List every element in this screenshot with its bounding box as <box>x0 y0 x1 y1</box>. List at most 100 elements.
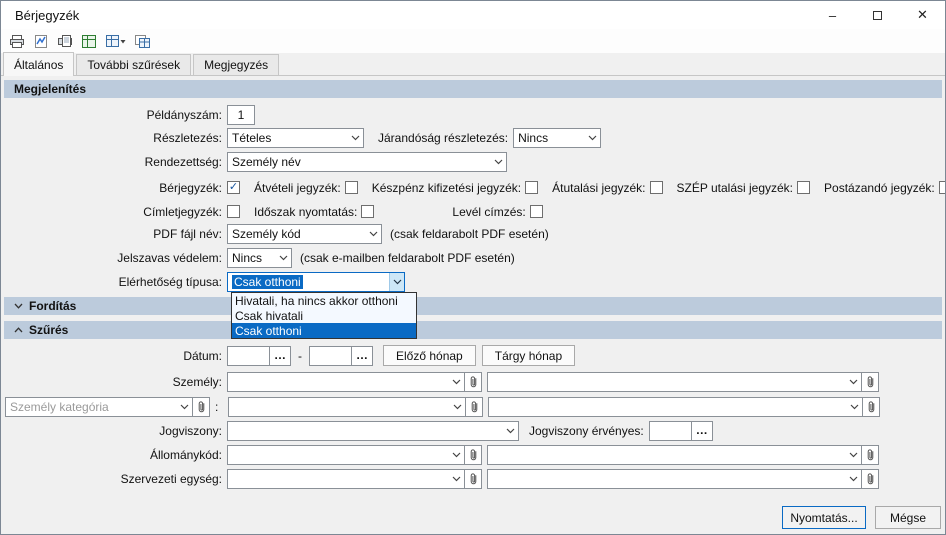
tab-tovabbi-szuresek[interactable]: További szűrések <box>76 54 191 76</box>
level-cimzes-label: Levél címzés: <box>452 205 525 219</box>
datum-ig-input[interactable]: … <box>309 346 373 366</box>
szervezeti-egyseg-label: Szervezeti egység: <box>1 472 227 486</box>
allomanykod-combo-2[interactable] <box>487 445 862 465</box>
chevron-down-icon[interactable] <box>491 153 506 171</box>
jogviszony-ervenyes-input[interactable]: … <box>649 421 713 441</box>
export-excel-button[interactable] <box>80 31 98 51</box>
atveteli-jegyzek-label: Átvételi jegyzék: <box>254 181 341 195</box>
atutalasi-jegyzek-checkbox[interactable] <box>650 181 663 194</box>
maximize-button[interactable] <box>855 1 900 29</box>
attachment-button[interactable] <box>465 469 482 489</box>
szemely-kategoria-combo[interactable]: Személy kategória <box>5 397 193 417</box>
chevron-down-icon[interactable] <box>389 273 404 291</box>
attachment-button[interactable] <box>465 372 482 392</box>
rendezettseg-label: Rendezettség: <box>1 155 227 169</box>
szep-utalasi-jegyzek-label: SZÉP utalási jegyzék: <box>677 181 794 195</box>
jogviszony-ervenyes-text[interactable] <box>649 421 691 441</box>
chevron-down-icon[interactable] <box>449 446 464 464</box>
title-bar: Bérjegyzék – ✕ <box>1 1 945 29</box>
postazando-jegyzek-checkbox[interactable] <box>939 181 946 194</box>
level-cimzes-checkbox[interactable] <box>530 205 543 218</box>
section-forditas-title: Fordítás <box>29 299 76 313</box>
print-settings-button[interactable] <box>56 31 74 51</box>
attachment-button[interactable] <box>862 469 879 489</box>
kategoria-combo-2[interactable] <box>488 397 863 417</box>
szep-utalasi-jegyzek-checkbox[interactable] <box>797 181 810 194</box>
datum-tol-text[interactable] <box>227 346 269 366</box>
jarandosag-reszletezes-combo[interactable]: Nincs <box>513 128 601 148</box>
attachment-button[interactable] <box>465 445 482 465</box>
section-megjelenites-title: Megjelenítés <box>14 82 86 96</box>
jogviszony-combo[interactable] <box>227 421 519 441</box>
attachment-button[interactable] <box>466 397 483 417</box>
print-button[interactable] <box>8 31 26 51</box>
reszletezes-combo[interactable]: Tételes <box>227 128 364 148</box>
reszletezes-value: Tételes <box>232 131 271 145</box>
jelszavas-vedelem-combo[interactable]: Nincs <box>227 248 292 268</box>
printer-icon <box>9 34 25 49</box>
attachment-button[interactable] <box>863 397 880 417</box>
chevron-down-icon[interactable] <box>177 398 192 416</box>
row-rendezettseg: Rendezettség: Személy név <box>1 151 507 172</box>
targy-honap-button[interactable]: Tárgy hónap <box>482 345 575 366</box>
dropdown-option-selected[interactable]: Csak otthoni <box>232 323 416 338</box>
datum-tol-ellipsis-button[interactable]: … <box>269 346 291 366</box>
paperclip-icon <box>469 400 479 414</box>
print-preview-button[interactable] <box>32 31 50 51</box>
chevron-down-icon[interactable] <box>450 398 465 416</box>
chevron-down-icon[interactable] <box>585 129 600 147</box>
jelszavas-vedelem-value: Nincs <box>232 251 262 265</box>
toolbar <box>1 29 945 53</box>
chevron-down-icon[interactable] <box>276 249 291 267</box>
attachment-button[interactable] <box>193 397 210 417</box>
pdf-fajlnev-combo[interactable]: Személy kód <box>227 224 382 244</box>
chevron-down-icon[interactable] <box>449 470 464 488</box>
jogviszony-ervenyes-ellipsis-button[interactable]: … <box>691 421 713 441</box>
szemely-combo-1[interactable] <box>227 372 465 392</box>
allomanykod-combo-1[interactable] <box>227 445 465 465</box>
row-checkboxes-1: Bérjegyzék: ✓ Átvételi jegyzék: Készpénz… <box>1 177 946 198</box>
chevron-down-icon[interactable] <box>846 373 861 391</box>
minimize-button[interactable]: – <box>810 1 855 29</box>
datum-ig-text[interactable] <box>309 346 351 366</box>
tab-megjegyzes[interactable]: Megjegyzés <box>193 54 279 76</box>
idoszak-nyomtatas-checkbox[interactable] <box>361 205 374 218</box>
atveteli-jegyzek-checkbox[interactable] <box>345 181 358 194</box>
paperclip-icon <box>468 375 478 389</box>
cimletjegyzek-checkbox[interactable] <box>227 205 240 218</box>
berjegyzek-checkbox[interactable]: ✓ <box>227 181 240 194</box>
attachment-button[interactable] <box>862 445 879 465</box>
chevron-down-icon[interactable] <box>366 225 381 243</box>
elozo-honap-button[interactable]: Előző hónap <box>383 345 476 366</box>
dropdown-option[interactable]: Hivatali, ha nincs akkor otthoni <box>232 293 416 308</box>
chevron-down-icon[interactable] <box>846 446 861 464</box>
chevron-down-icon[interactable] <box>348 129 363 147</box>
chevron-down-icon[interactable] <box>449 373 464 391</box>
datum-tol-input[interactable]: … <box>227 346 291 366</box>
datum-label: Dátum: <box>1 349 227 363</box>
section-forditas[interactable]: Fordítás <box>4 297 942 315</box>
nyomtatas-button[interactable]: Nyomtatás... <box>782 506 866 529</box>
rendezettseg-combo[interactable]: Személy név <box>227 152 507 172</box>
megse-button[interactable]: Mégse <box>875 506 941 529</box>
elerhetoseg-tipusa-combo[interactable]: Csak otthoni <box>227 272 405 292</box>
kategoria-combo-1[interactable] <box>228 397 466 417</box>
tab-altalanos[interactable]: Általános <box>3 52 74 76</box>
section-megjelenites: Megjelenítés <box>4 80 942 98</box>
section-szures[interactable]: Szűrés <box>4 321 942 339</box>
datum-ig-ellipsis-button[interactable]: … <box>351 346 373 366</box>
peldanyszam-input[interactable]: 1 <box>227 105 255 125</box>
szervezeti-egyseg-combo-1[interactable] <box>227 469 465 489</box>
chevron-down-icon[interactable] <box>847 398 862 416</box>
dropdown-option[interactable]: Csak hivatali <box>232 308 416 323</box>
chevron-down-icon[interactable] <box>503 422 518 440</box>
keszpenz-jegyzek-checkbox[interactable] <box>525 181 538 194</box>
attachment-button[interactable] <box>862 372 879 392</box>
szervezeti-egyseg-combo-2[interactable] <box>487 469 862 489</box>
export-table-dropdown-button[interactable] <box>104 31 127 51</box>
close-button[interactable]: ✕ <box>900 1 945 29</box>
szemely-combo-2[interactable] <box>487 372 862 392</box>
szemely-label: Személy: <box>1 375 227 389</box>
chevron-down-icon[interactable] <box>846 470 861 488</box>
copy-table-button[interactable] <box>133 31 152 51</box>
